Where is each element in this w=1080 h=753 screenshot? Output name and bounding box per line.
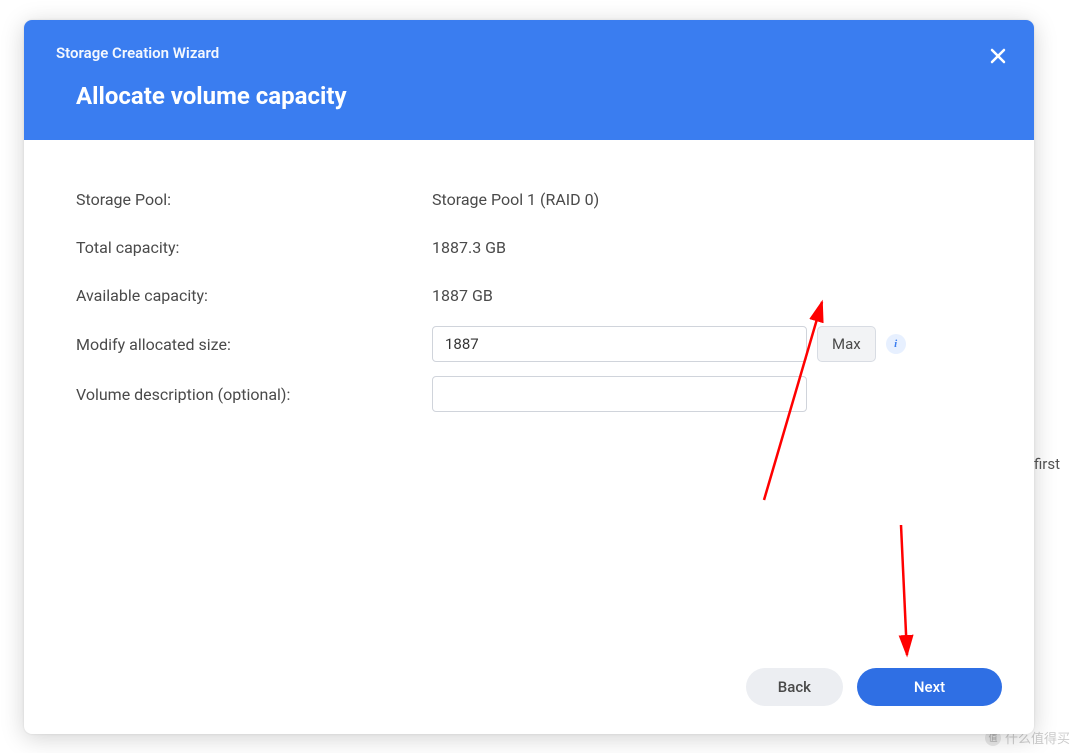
next-button[interactable]: Next xyxy=(857,668,1002,706)
total-capacity-row: Total capacity: 1887.3 GB xyxy=(76,230,982,264)
description-row: Volume description (optional): xyxy=(76,376,982,412)
max-button[interactable]: Max xyxy=(817,326,876,362)
allocated-size-row: Modify allocated size: Max i xyxy=(76,326,982,362)
dialog-body: Storage Pool: Storage Pool 1 (RAID 0) To… xyxy=(24,140,1034,648)
page-title: Allocate volume capacity xyxy=(76,82,1002,110)
description-input[interactable] xyxy=(432,376,807,412)
storage-pool-value: Storage Pool 1 (RAID 0) xyxy=(432,190,982,209)
allocated-size-label: Modify allocated size: xyxy=(76,335,432,354)
info-icon[interactable]: i xyxy=(886,334,906,354)
close-icon xyxy=(990,48,1006,64)
allocated-size-input[interactable] xyxy=(432,326,807,362)
dialog-header: Storage Creation Wizard Allocate volume … xyxy=(24,20,1034,140)
background-text: first xyxy=(1034,455,1060,473)
available-capacity-row: Available capacity: 1887 GB xyxy=(76,278,982,312)
back-button[interactable]: Back xyxy=(746,668,843,706)
dialog-footer: Back Next xyxy=(24,648,1034,734)
storage-pool-label: Storage Pool: xyxy=(76,190,432,209)
allocated-size-input-group: Max i xyxy=(432,326,906,362)
storage-pool-row: Storage Pool: Storage Pool 1 (RAID 0) xyxy=(76,182,982,216)
total-capacity-label: Total capacity: xyxy=(76,238,432,257)
close-button[interactable] xyxy=(982,40,1014,72)
description-label: Volume description (optional): xyxy=(76,385,432,404)
total-capacity-value: 1887.3 GB xyxy=(432,238,982,257)
available-capacity-label: Available capacity: xyxy=(76,286,432,305)
available-capacity-value: 1887 GB xyxy=(432,286,982,305)
wizard-title: Storage Creation Wizard xyxy=(56,44,1002,62)
annotation-arrow-next xyxy=(879,520,929,665)
storage-wizard-dialog: Storage Creation Wizard Allocate volume … xyxy=(24,20,1034,734)
